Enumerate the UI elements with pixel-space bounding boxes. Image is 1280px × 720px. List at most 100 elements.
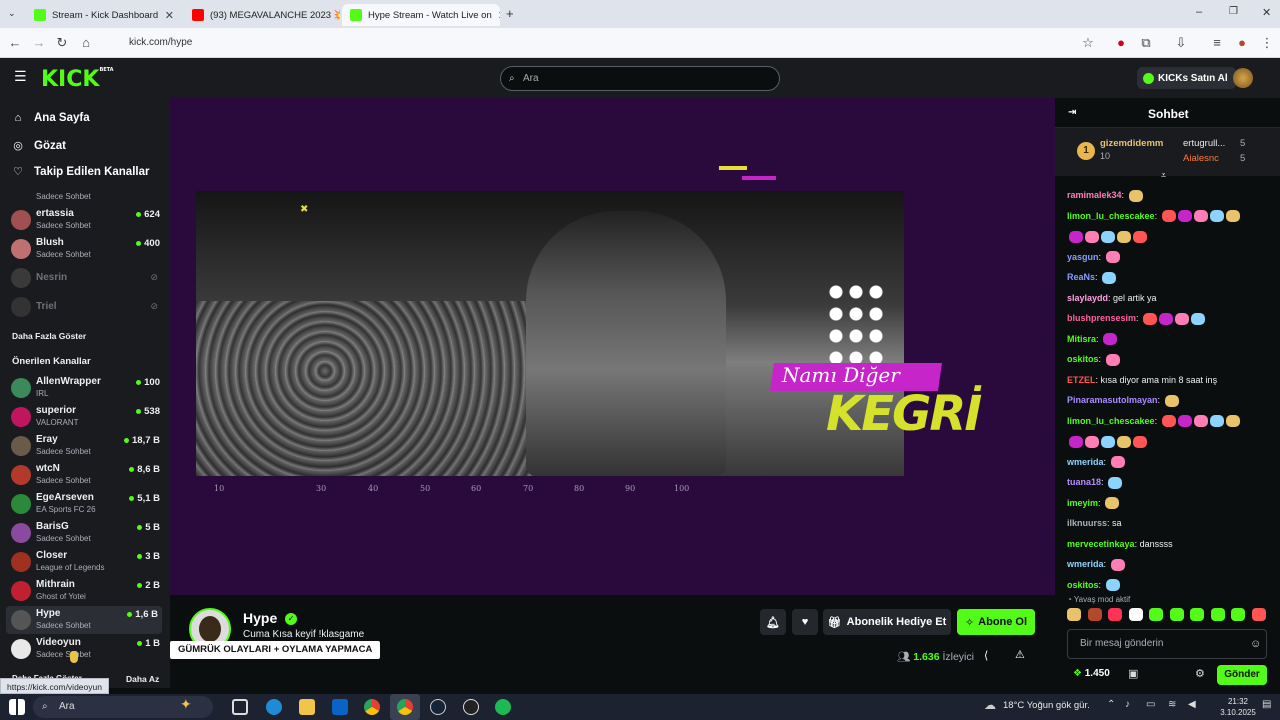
sidebar-item-home[interactable]: ⌂ Ana Sayfa — [12, 112, 90, 124]
sidebar-channel-videoyun[interactable]: Videoyun Sadece Sohbet 1 B — [10, 635, 160, 663]
task-view-icon[interactable] — [232, 699, 248, 715]
network-icon[interactable]: ▭ — [1146, 699, 1155, 710]
chrome-active-icon[interactable] — [397, 699, 413, 715]
close-window-button[interactable]: ✕ — [1262, 6, 1271, 19]
show-less-link[interactable]: Daha Az — [126, 674, 159, 684]
chat-message[interactable]: wmerida: — [1067, 455, 1272, 469]
outlook-icon[interactable] — [332, 699, 348, 715]
video-player[interactable]: ✖ 10 30 40 50 60 70 80 90 100 Namı Diğer… — [170, 98, 1055, 595]
chat-username[interactable]: Pinaramasutolmayan — [1067, 395, 1158, 405]
gift-leaderboard[interactable]: 1 gizemdidemm 10 ertugrull... 5 Aialesnc… — [1055, 128, 1280, 176]
profile-avatar-icon[interactable]: ● — [1233, 34, 1251, 52]
chat-message[interactable]: oskitos: — [1067, 578, 1272, 592]
chat-message[interactable]: ETZEL: kısa diyor ama min 8 saat inş — [1067, 373, 1272, 387]
tray-chevron-icon[interactable]: ⌃ — [1107, 699, 1115, 710]
chat-message[interactable] — [1067, 229, 1272, 243]
volume-icon[interactable]: ◀ — [1188, 699, 1196, 710]
chat-username[interactable]: oskitos — [1067, 580, 1099, 590]
chat-message[interactable]: imeyim: — [1067, 496, 1272, 510]
sidebar-channel-hype[interactable]: Hype Sadece Sohbet 1,6 B — [6, 606, 162, 634]
chat-message[interactable]: limon_lu_chescakee: — [1067, 209, 1272, 223]
share-icon[interactable]: ⟨ — [984, 649, 988, 662]
reading-list-icon[interactable]: ≡ — [1208, 34, 1226, 52]
chat-username[interactable]: tuana18 — [1067, 477, 1101, 487]
quick-emote-icon[interactable] — [1108, 608, 1122, 621]
chat-message[interactable]: Pinaramasutolmayan: — [1067, 393, 1272, 407]
chat-settings-icon[interactable]: ⚙ — [1195, 667, 1205, 680]
chat-message[interactable]: oskitos: — [1067, 352, 1272, 366]
chat-message[interactable]: blushprensesim: — [1067, 311, 1272, 325]
chat-message[interactable]: yasgun: — [1067, 250, 1272, 264]
quick-emote-icon[interactable] — [1169, 608, 1184, 621]
wifi-icon[interactable]: ≋ — [1168, 699, 1176, 710]
system-clock[interactable]: 21:32 3.10.2025 — [1218, 696, 1258, 718]
emoji-picker-icon[interactable]: ☺ — [1250, 630, 1261, 658]
chat-username[interactable]: ETZEL — [1067, 375, 1096, 385]
close-tab-icon[interactable]: ✕ — [165, 9, 174, 22]
show-more-link[interactable]: Daha Fazla Göster — [12, 331, 86, 341]
chat-message[interactable]: Mitisra: — [1067, 332, 1272, 346]
new-tab-button[interactable]: + — [506, 6, 514, 21]
notification-bell-button[interactable]: 🔔︎ — [760, 609, 786, 635]
home-browser-icon[interactable]: ⌂ — [77, 34, 95, 52]
tab-hype-stream[interactable]: Hype Stream - Watch Live on ✕ — [342, 4, 500, 26]
forward-icon[interactable]: → — [30, 34, 48, 52]
chrome-icon[interactable] — [364, 699, 380, 715]
chat-message-input[interactable]: Bir mesaj gönderin ☺ — [1067, 629, 1267, 659]
notifications-icon[interactable]: ▤ — [1262, 699, 1271, 710]
tab-search-icon[interactable]: ⌄ — [8, 8, 20, 20]
chat-username[interactable]: yasgun — [1067, 252, 1099, 262]
gift-subscription-button[interactable]: 🎁︎ Abonelik Hediye Et — [823, 609, 951, 635]
reload-icon[interactable]: ↻ — [53, 34, 71, 52]
chat-message[interactable]: ramimalek34: — [1067, 188, 1272, 202]
chat-username[interactable]: ReaNs — [1067, 272, 1095, 282]
sidebar-channel-closer[interactable]: Closer League of Legends 3 B — [10, 548, 160, 576]
points-display[interactable]: ❖ 1.450 — [1073, 668, 1110, 679]
sidebar-channel-barisg[interactable]: BarisG Sadece Sohbet 5 B — [10, 519, 160, 547]
close-tab-icon[interactable]: ✕ — [498, 9, 500, 22]
spotify-icon[interactable] — [495, 699, 511, 715]
edge-browser-icon[interactable] — [266, 699, 282, 715]
sidebar-channel-blush[interactable]: Blush Sadece Sohbet 400 — [10, 235, 160, 263]
chat-message[interactable]: wmerida: — [1067, 557, 1272, 571]
chat-username[interactable]: limon_lu_chescakee — [1067, 416, 1155, 426]
follow-heart-button[interactable]: ♥ — [792, 609, 818, 635]
chat-message[interactable]: tuana18: — [1067, 475, 1272, 489]
back-icon[interactable]: ← — [6, 34, 24, 52]
chat-username[interactable]: imeyim — [1067, 498, 1098, 508]
chat-username[interactable]: Mitisra — [1067, 334, 1096, 344]
sidebar-item-browse[interactable]: ◎ Gözat — [12, 139, 66, 153]
chat-username[interactable]: ilknuurss — [1067, 518, 1107, 528]
subscribe-button[interactable]: ✧ Abone Ol — [957, 609, 1035, 635]
quick-emote-icon[interactable] — [1149, 608, 1163, 621]
chat-username[interactable]: mervecetinkaya — [1067, 539, 1135, 549]
maximize-button[interactable]: ❐ — [1229, 6, 1238, 17]
search-input[interactable]: ⌕ Ara — [500, 66, 780, 91]
chat-message[interactable]: limon_lu_chescakee: — [1067, 414, 1272, 428]
downloads-icon[interactable]: ⇩ — [1172, 34, 1190, 52]
chat-username[interactable]: slaylaydd — [1067, 293, 1108, 303]
kick-logo[interactable]: KICKBETA — [41, 67, 114, 92]
tab-kick-dashboard[interactable]: Stream - Kick Dashboard ✕ — [26, 4, 182, 26]
quick-emote-icon[interactable] — [1128, 608, 1143, 621]
quick-emote-icon[interactable] — [1087, 608, 1102, 621]
microphone-icon[interactable]: ♪ — [1125, 699, 1130, 710]
sidebar-channel-eray[interactable]: Eray Sadece Sohbet 18,7 B — [10, 432, 160, 460]
sidebar-channel-nesrin[interactable]: Nesrin ⊘ — [10, 264, 160, 292]
sidebar-channel-allenwrapper[interactable]: AllenWrapper IRL 100 — [10, 374, 160, 402]
extension-opera-icon[interactable]: ● — [1112, 34, 1130, 52]
app-icon[interactable] — [463, 699, 479, 715]
sidebar-item-following[interactable]: ♡ Takip Edilen Kanallar — [12, 165, 149, 179]
chat-username[interactable]: ramimalek34 — [1067, 190, 1122, 200]
quick-emote-icon[interactable] — [1067, 608, 1081, 621]
quick-emote-icon[interactable] — [1190, 608, 1204, 621]
extensions-puzzle-icon[interactable]: ⧉ — [1137, 34, 1155, 52]
bookmark-star-icon[interactable]: ☆ — [1079, 34, 1097, 52]
quick-emote-icon[interactable] — [1231, 608, 1245, 621]
sidebar-channel-ertassia[interactable]: ertassia Sadece Sohbet 624 — [10, 206, 160, 234]
chat-username[interactable]: blushprensesim — [1067, 313, 1136, 323]
scroll-down-icon[interactable]: ⩡ — [1161, 170, 1166, 181]
chat-message[interactable] — [1067, 434, 1272, 448]
store-icon[interactable]: ▣ — [1128, 667, 1138, 680]
file-explorer-icon[interactable] — [299, 699, 315, 715]
